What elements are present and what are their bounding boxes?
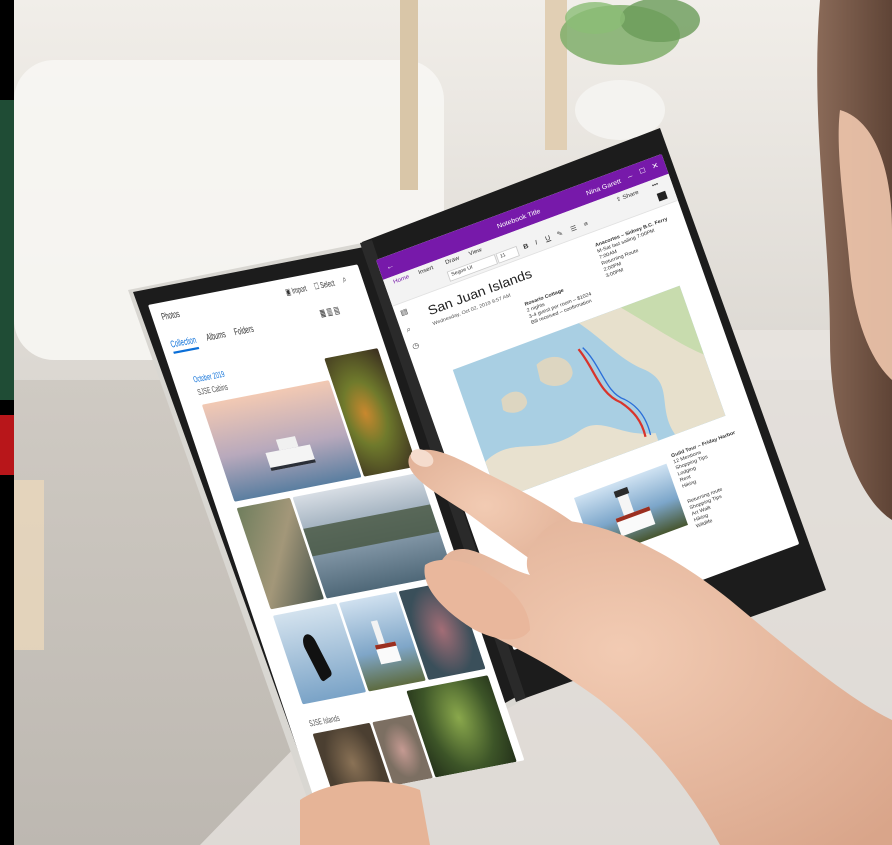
hand-palm [439, 520, 892, 845]
wrist [300, 781, 430, 845]
hand-overlay [300, 449, 892, 845]
scene: Photos ▣ Import ☐ Select ⌕ Collection Al… [0, 0, 892, 845]
